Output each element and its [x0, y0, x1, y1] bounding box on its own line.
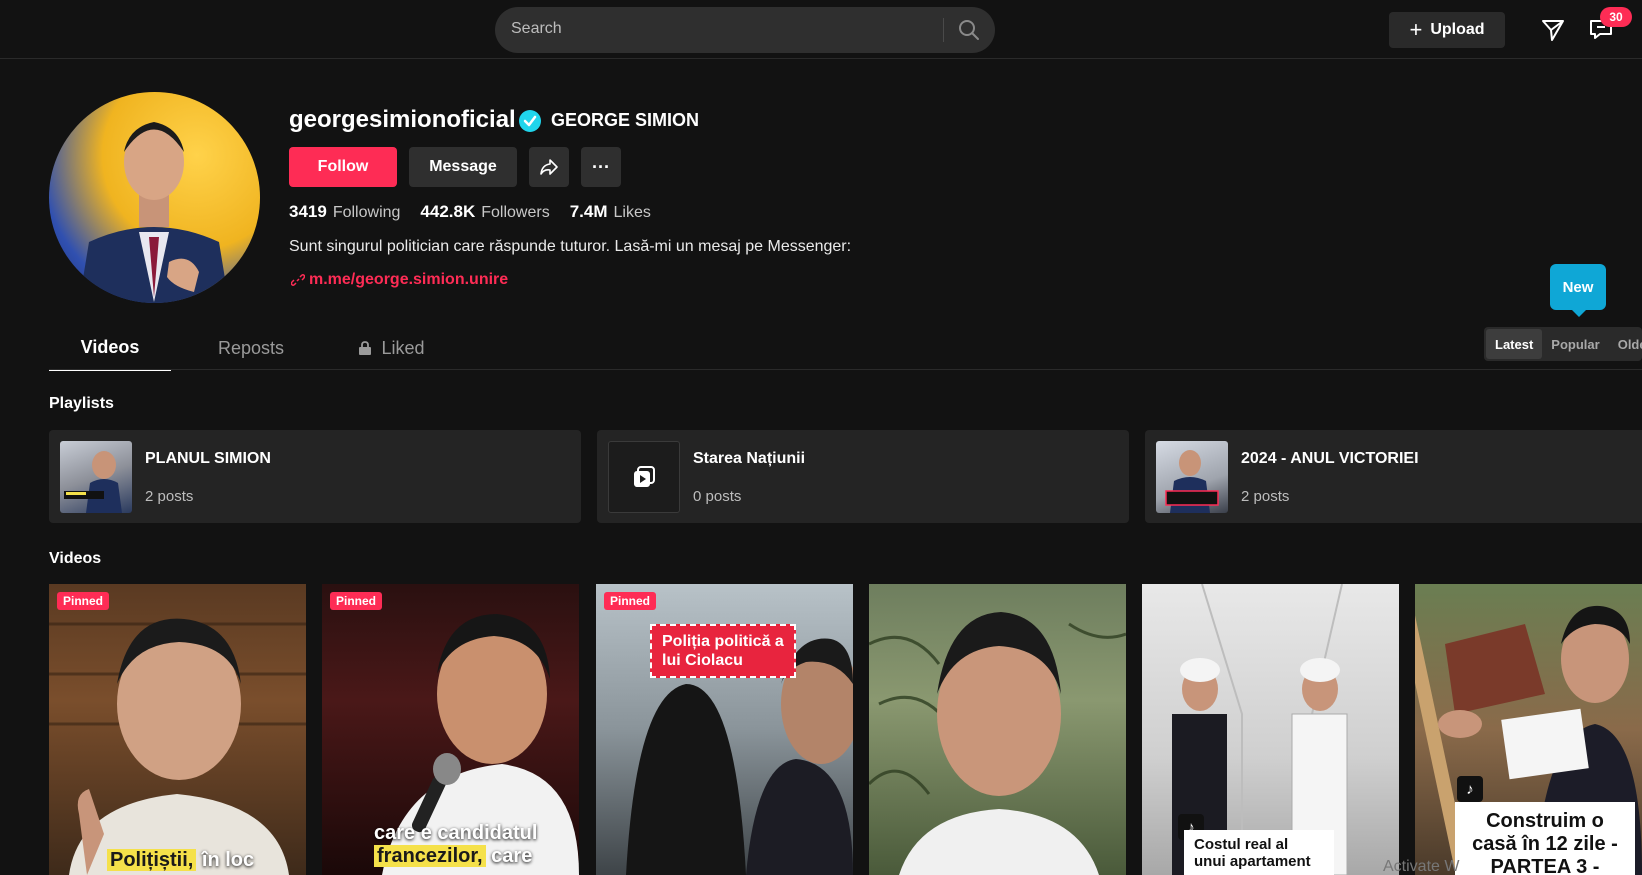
- video-tag: Poliția politică a lui Ciolacu: [650, 624, 796, 679]
- tab-liked-label: Liked: [381, 337, 425, 358]
- playlist-name: PLANUL SIMION: [145, 450, 271, 467]
- video-card[interactable]: Pinned care e candidatul francezilor, ca…: [322, 584, 579, 875]
- activation-watermark: Activate W: [1383, 858, 1460, 875]
- send-icon[interactable]: [1540, 17, 1566, 43]
- video-title: Construim o casă în 12 zile - PARTEA 3 -: [1455, 802, 1635, 875]
- playlist-count: 2 posts: [1241, 488, 1290, 505]
- profile-bio: Sunt singurul politician care răspunde t…: [289, 238, 852, 255]
- playlist-thumbnail: [60, 441, 132, 513]
- sort-popular[interactable]: Popular: [1542, 329, 1608, 359]
- video-title: Costul real al unui apartament: [1184, 830, 1334, 875]
- username: georgesimionoficial: [289, 106, 516, 133]
- video-thumbnail: [49, 618, 306, 875]
- top-bar: Search + Upload 30: [0, 0, 1642, 59]
- upload-label: Upload: [1430, 21, 1485, 38]
- follow-button[interactable]: Follow: [289, 147, 397, 187]
- more-options-button[interactable]: ···: [581, 147, 621, 187]
- message-button[interactable]: Message: [409, 147, 517, 187]
- more-icon: ···: [592, 156, 610, 177]
- avatar-portrait: [79, 122, 229, 303]
- search-input[interactable]: Search: [511, 20, 562, 38]
- share-button[interactable]: [529, 147, 569, 187]
- following-stat[interactable]: 3419 Following: [289, 202, 400, 222]
- profile-stats: 3419 Following 442.8K Followers 7.4M Likes: [289, 202, 651, 222]
- likes-label: Likes: [613, 204, 651, 221]
- caption-highlight: francezilor,: [374, 845, 486, 867]
- upload-button[interactable]: + Upload: [1389, 12, 1505, 48]
- search-icon[interactable]: [957, 18, 981, 42]
- link-icon: [291, 274, 305, 286]
- followers-stat[interactable]: 442.8K Followers: [420, 202, 549, 222]
- caption-text: care e candidatul: [374, 822, 538, 844]
- profile-link[interactable]: m.me/george.simion.unire: [291, 271, 508, 289]
- tiktok-icon: ♪: [1457, 776, 1483, 802]
- playlist-count: 0 posts: [693, 488, 742, 505]
- followers-count: 442.8K: [420, 202, 476, 221]
- new-tooltip: New: [1550, 264, 1606, 317]
- playlist-thumbnail: [608, 441, 680, 513]
- profile-link-text: m.me/george.simion.unire: [309, 271, 509, 288]
- search-bar[interactable]: Search: [495, 7, 995, 53]
- playlist-count: 2 posts: [145, 488, 194, 505]
- following-label: Following: [332, 204, 401, 221]
- video-card[interactable]: ♪ Costul real al unui apartament: [1142, 584, 1399, 875]
- pinned-badge: Pinned: [330, 592, 383, 610]
- caption-text: în loc: [196, 849, 255, 871]
- video-card[interactable]: Pinned Poliția politică a lui Ciolacu: [596, 584, 853, 875]
- playlist-card[interactable]: PLANUL SIMION 2 posts: [49, 430, 581, 523]
- video-card[interactable]: Pinned Polițiștii, în loc: [49, 584, 306, 875]
- playlist-icon: [634, 466, 655, 487]
- pinned-badge: Pinned: [57, 592, 110, 610]
- inbox-badge: 30: [1600, 7, 1632, 27]
- video-card[interactable]: ♪ Construim o casă în 12 zile - PARTEA 3…: [1415, 584, 1642, 875]
- tab-liked[interactable]: Liked: [331, 325, 451, 371]
- search-divider: [943, 18, 944, 42]
- share-icon: [540, 159, 558, 175]
- tab-videos[interactable]: Videos: [49, 325, 171, 371]
- playlist-name: 2024 - ANUL VICTORIEI: [1241, 450, 1419, 467]
- pinned-badge: Pinned: [604, 592, 657, 610]
- likes-count: 7.4M: [569, 202, 608, 221]
- video-caption: care e candidatul francezilor, care: [374, 822, 537, 868]
- verified-icon: [519, 110, 541, 132]
- videos-heading: Videos: [49, 550, 102, 567]
- playlist-card[interactable]: Starea Națiunii 0 posts: [597, 430, 1129, 523]
- likes-stat: 7.4M Likes: [570, 202, 651, 222]
- playlist-name: Starea Națiunii: [693, 450, 806, 467]
- playlist-thumbnail: [1156, 441, 1228, 513]
- caption-text: care: [485, 845, 533, 867]
- playlists-heading: Playlists: [49, 395, 114, 412]
- video-card[interactable]: [869, 584, 1126, 875]
- tab-videos-label: Videos: [80, 336, 140, 357]
- tab-reposts[interactable]: Reposts: [171, 325, 331, 371]
- playlist-card[interactable]: 2024 - ANUL VICTORIEI 2 posts: [1145, 430, 1642, 523]
- sort-toggle: Latest Popular Oldest: [1484, 327, 1642, 361]
- video-caption: Polițiștii, în loc: [107, 849, 254, 872]
- sort-latest[interactable]: Latest: [1486, 329, 1543, 359]
- sort-oldest[interactable]: Oldest: [1609, 329, 1642, 359]
- plus-icon: +: [1409, 17, 1423, 42]
- tab-reposts-label: Reposts: [217, 337, 285, 358]
- following-count: 3419: [289, 202, 327, 221]
- display-name: GEORGE SIMION: [551, 110, 700, 130]
- followers-label: Followers: [481, 204, 550, 221]
- video-thumbnail: [869, 612, 1126, 875]
- profile-tabs: Videos Reposts Liked: [49, 325, 451, 371]
- caption-highlight: Polițiștii,: [107, 849, 197, 871]
- avatar: [49, 92, 260, 303]
- tabs-divider: [49, 369, 1642, 370]
- lock-icon: [359, 341, 372, 355]
